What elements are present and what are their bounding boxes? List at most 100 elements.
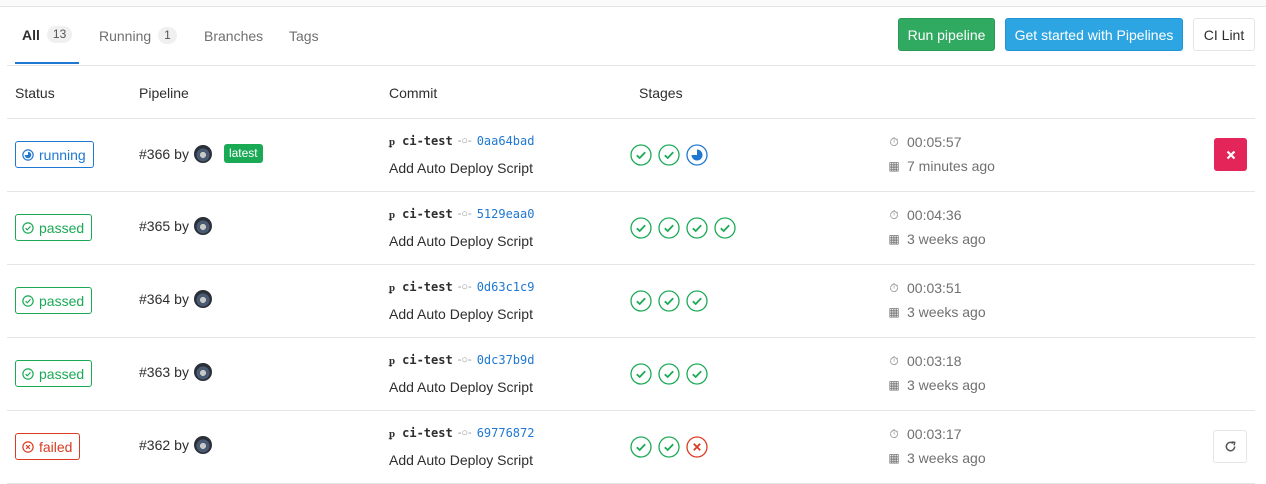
commit-sha[interactable]: 0dc37b9d [477, 353, 535, 367]
avatar[interactable] [193, 436, 212, 454]
branch-icon: ᵱ [389, 353, 396, 367]
duration: ⏱ 00:03:17 [887, 426, 962, 442]
pipeline-id[interactable]: #364 [139, 291, 170, 307]
commit-icon: -○- [457, 208, 472, 220]
branch-name[interactable]: ci-test [402, 134, 453, 148]
retry-button[interactable] [1213, 430, 1247, 463]
calendar-icon: ▦ [888, 232, 900, 246]
commit-sha[interactable]: 5129eaa0 [477, 207, 535, 221]
stage-passed-icon[interactable] [658, 144, 680, 166]
pipeline-id[interactable]: #365 [139, 218, 170, 234]
timer-icon: ⏱ [889, 426, 899, 441]
status-badge[interactable]: running [15, 141, 94, 168]
duration: ⏱ 00:05:57 [887, 134, 962, 150]
pipeline-info: #363 by [139, 363, 212, 381]
duration-value: 00:03:51 [907, 280, 962, 296]
retry-icon [1225, 441, 1236, 452]
stage-passed-icon[interactable] [686, 363, 708, 385]
finished-value: 3 weeks ago [907, 377, 986, 393]
table-row: passed #363 by ᵱ ci-test -○- 0dc37b9d Ad… [7, 337, 1255, 411]
status-badge[interactable]: passed [15, 360, 93, 387]
get-started-button[interactable]: Get started with Pipelines [1005, 18, 1183, 51]
duration-value: 00:03:17 [907, 426, 962, 442]
tab-tags-label: Tags [289, 27, 319, 44]
ci-lint-button[interactable]: CI Lint [1193, 18, 1255, 51]
branch-name[interactable]: ci-test [402, 280, 453, 294]
timer-icon: ⏱ [889, 353, 899, 368]
commit-sha[interactable]: 0d63c1c9 [477, 280, 535, 294]
pipeline-info: #364 by [139, 290, 212, 308]
pipeline-id[interactable]: #366 [139, 146, 170, 162]
branch-name[interactable]: ci-test [402, 426, 453, 440]
finished-at: ▦ 3 weeks ago [887, 304, 986, 320]
status-badge[interactable]: passed [15, 287, 93, 314]
commit-title[interactable]: Add Auto Deploy Script [389, 233, 533, 249]
top-border [0, 0, 1266, 7]
commit-icon: -○- [457, 354, 472, 366]
branch-name[interactable]: ci-test [402, 353, 453, 367]
finished-at: ▦ 3 weeks ago [887, 450, 985, 466]
tab-branches[interactable]: Branches [204, 7, 263, 64]
calendar-icon: ▦ [888, 159, 900, 173]
tab-running[interactable]: Running 1 [99, 7, 177, 64]
stages-list [630, 290, 714, 312]
stages-list [630, 436, 714, 458]
duration-value: 00:05:57 [907, 134, 962, 150]
stage-passed-icon[interactable] [630, 363, 652, 385]
tab-all-count: 13 [46, 26, 73, 43]
stage-passed-icon[interactable] [630, 217, 652, 239]
stages-list [630, 217, 742, 239]
finished-at: ▦ 7 minutes ago [887, 158, 995, 174]
pipeline-id[interactable]: #363 [139, 364, 170, 380]
by-label: by [174, 291, 189, 307]
status-badge[interactable]: failed [15, 433, 81, 460]
stage-passed-icon[interactable] [658, 217, 680, 239]
tab-tags[interactable]: Tags [289, 7, 319, 64]
avatar[interactable] [193, 144, 212, 163]
timer-icon: ⏱ [889, 207, 899, 222]
commit-sha[interactable]: 0aa64bad [477, 134, 535, 148]
stage-passed-icon[interactable] [686, 290, 708, 312]
finished-value: 3 weeks ago [907, 304, 986, 320]
stage-passed-icon[interactable] [630, 144, 652, 166]
stage-passed-icon[interactable] [714, 217, 736, 239]
table-row: running #366 by latest ᵱ ci-test -○- 0aa… [7, 118, 1255, 192]
branch-name[interactable]: ci-test [402, 207, 453, 221]
commit-icon: -○- [457, 281, 472, 293]
stage-passed-icon[interactable] [686, 217, 708, 239]
branch-icon: ᵱ [389, 426, 396, 440]
finished-at: ▦ 3 weeks ago [887, 231, 985, 247]
status-badge[interactable]: passed [15, 214, 93, 241]
stage-passed-icon[interactable] [630, 290, 652, 312]
commit-sha[interactable]: 69776872 [477, 426, 535, 440]
duration-value: 00:03:18 [907, 353, 962, 369]
tab-all[interactable]: All 13 [15, 7, 80, 64]
stage-passed-icon[interactable] [658, 290, 680, 312]
avatar[interactable] [193, 217, 212, 235]
stage-passed-icon[interactable] [630, 436, 652, 458]
stage-passed-icon[interactable] [658, 436, 680, 458]
stage-failed-icon[interactable] [686, 436, 708, 458]
commit-ref: ᵱ ci-test -○- 0d63c1c9 [389, 280, 534, 294]
stages-list [630, 144, 714, 166]
stage-running-icon[interactable] [686, 144, 708, 166]
commit-title[interactable]: Add Auto Deploy Script [389, 306, 533, 322]
calendar-icon: ▦ [888, 305, 900, 319]
finished-value: 7 minutes ago [907, 158, 995, 174]
table-row: passed #365 by ᵱ ci-test -○- 5129eaa0 Ad… [7, 191, 1255, 265]
pipeline-id[interactable]: #362 [139, 437, 170, 453]
cancel-button[interactable] [1214, 138, 1247, 171]
avatar[interactable] [193, 363, 212, 381]
run-pipeline-button[interactable]: Run pipeline [898, 18, 995, 51]
avatar[interactable] [193, 290, 212, 308]
by-label: by [174, 364, 189, 380]
commit-ref: ᵱ ci-test -○- 69776872 [389, 426, 534, 440]
stage-passed-icon[interactable] [658, 363, 680, 385]
commit-title[interactable]: Add Auto Deploy Script [389, 452, 533, 468]
status-failed-icon [22, 440, 39, 453]
tab-branches-label: Branches [204, 27, 264, 44]
commit-title[interactable]: Add Auto Deploy Script [389, 160, 533, 176]
commit-title[interactable]: Add Auto Deploy Script [389, 379, 533, 395]
commit-icon: -○- [457, 427, 472, 439]
pipeline-info: #366 by latest [139, 144, 263, 163]
